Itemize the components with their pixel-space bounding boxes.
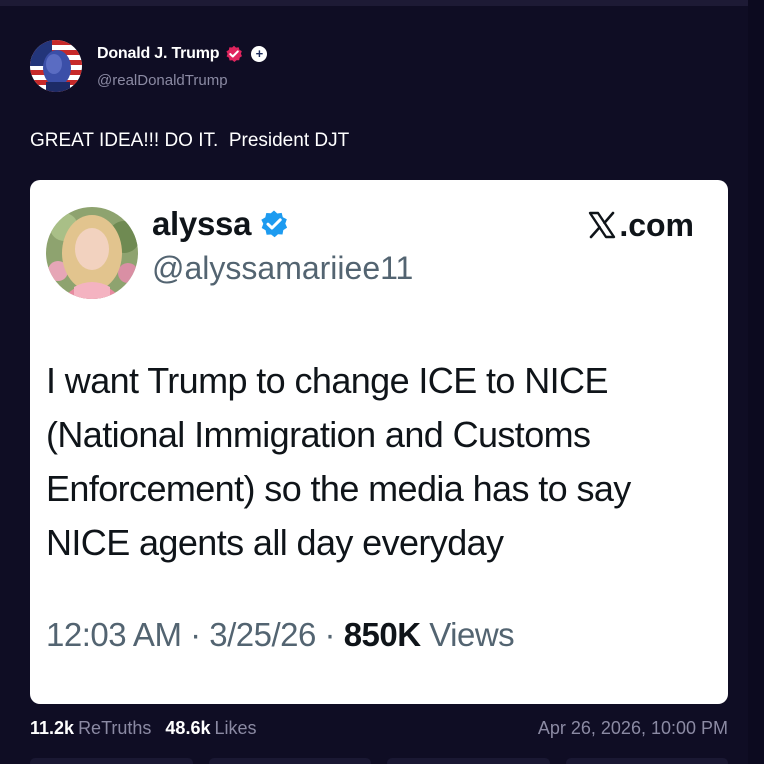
action-bar [30, 758, 728, 764]
x-logo-icon [587, 210, 617, 240]
quoted-views-label: Views [420, 616, 515, 653]
verified-badge-icon [225, 45, 243, 63]
quoted-post-meta: 12:03 AM · 3/25/26 · 850K Views [46, 616, 515, 654]
like-action-button[interactable] [387, 758, 550, 764]
verified-check-icon [259, 209, 289, 239]
retruth-action-button[interactable] [208, 758, 371, 764]
author-avatar[interactable] [30, 40, 82, 92]
quoted-author-name: alyssa [152, 205, 252, 242]
top-divider [0, 0, 764, 6]
retruths-count: 11.2k [30, 718, 75, 738]
likes-stat[interactable]: 48.6k Likes [165, 718, 256, 739]
share-action-button[interactable] [565, 758, 728, 764]
scrollbar-track[interactable] [748, 0, 764, 764]
truth-post-page: Donald J. Trump + @realDonaldTrump GREAT… [0, 0, 764, 764]
retruths-label: ReTruths [78, 718, 152, 738]
quoted-post-text: I want Trump to change ICE to NICE (Nati… [46, 360, 631, 563]
x-brand-label: .com [587, 204, 694, 246]
quoted-views-count: 850K [343, 616, 421, 653]
post-timestamp[interactable]: Apr 26, 2026, 10:00 PM [538, 718, 728, 739]
author-name-row: Donald J. Trump + [97, 44, 268, 64]
plus-badge-icon: + [251, 46, 268, 62]
post-text: GREAT IDEA!!! DO IT. President DJT [30, 130, 350, 151]
post-stats: 11.2k ReTruths 48.6k Likes [30, 718, 257, 739]
quoted-author-avatar [46, 207, 138, 299]
likes-label: Likes [214, 718, 257, 738]
quoted-author-handle: @alyssamariiee11 [152, 250, 414, 286]
x-brand-text: .com [619, 206, 694, 243]
quoted-name-row: alyssa [152, 202, 289, 246]
likes-count: 48.6k [165, 718, 211, 738]
retruths-stat[interactable]: 11.2k ReTruths [30, 718, 151, 739]
quoted-post-time: 12:03 AM · 3/25/26 · [46, 616, 344, 653]
author-handle[interactable]: @realDonaldTrump [97, 72, 228, 89]
author-name[interactable]: Donald J. Trump [97, 45, 220, 63]
reply-action-button[interactable] [30, 758, 193, 764]
quoted-post-image[interactable]: alyssa @alyssamariiee11 .com I want Trum… [30, 180, 728, 704]
